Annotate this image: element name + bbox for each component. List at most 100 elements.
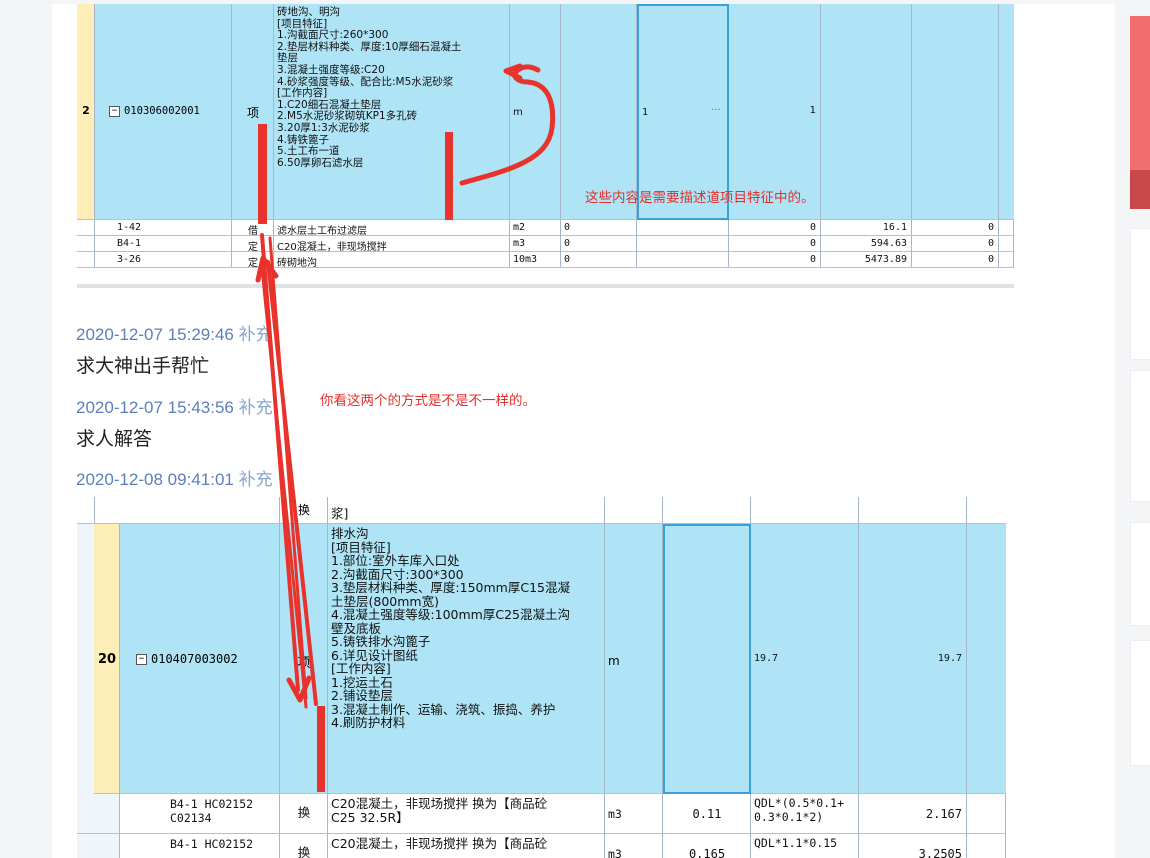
annotation-middle: 你看这两个的方式是不是不一样的。 [320,393,536,409]
collapse-toggle-icon[interactable]: − [109,105,120,117]
post-message-2: 求人解答 [76,428,153,450]
sub-row-c1-cell: 0 [561,252,637,268]
sub-row-blank-cell [77,236,95,252]
sub-row-c3-cell: 0 [912,236,999,252]
code-cell-2: −010407003002 [120,524,280,794]
bottom-table-screenshot: 换 浆] 20 −010407003002 项 排水沟 [项目特征] 1.部位:室外… [77,497,1006,858]
sub-row-desc: C20混凝土，非现场搅拌 换为【商品砼 [331,836,548,851]
sub-row-code-cell: B4-1 HC02152 C02134 [120,794,280,834]
row-number-2: 20 [97,652,117,667]
sub-row-desc: C20混凝土，非现场搅拌 换为【商品砼 C25 32.5R】 [331,796,548,825]
annotation-top: 这些内容是需要描述道项目特征中的。 [585,190,815,206]
sub-row-unit-cell: m3 [605,834,663,858]
more-button[interactable]: ··· [711,105,721,116]
sub-row-unit-cell: m2 [510,220,561,236]
sub-row-desc-cell: C20混凝土，非现场搅拌 [274,236,510,252]
bottom-desc-line: 5.铸铁排水沟篦子 [331,634,431,649]
sub-row-kind-cell: 换 [280,794,328,834]
sub-row-expr: QDL*1.1*0.15 [754,836,838,850]
bottom-desc-line: 4.混凝土强度等级:100mm厚C25混凝土沟 [331,607,570,622]
bottom-desc-line: 排水沟 [331,526,369,541]
sub-row-code-cell: B4-1 [95,236,232,252]
post-timestamp-2: 2020-12-07 15:43:56 补充 [76,398,273,417]
sub-row-code-cell: 1-42 [95,220,232,236]
item-kind: 项 [246,106,259,120]
item-description: 砖地沟、明沟 [项目特征] 1.沟截面尺寸:260*300 2.垫层材料种类、厚度:1… [277,6,509,169]
sub-row-blank-cell [77,252,95,268]
sub-row-desc-cell: 砖砌地沟 [274,252,510,268]
qty-input-2[interactable] [663,524,751,794]
sidebar-card-4[interactable] [1130,640,1150,766]
sub-row-kind: 换 [297,805,311,820]
top-desc-line: 3.20厚1:3水泥砂浆 [277,121,370,134]
sub-row-c1: 0 [564,254,571,265]
row-number-cell-2: 20 [94,524,120,794]
sub-row-kind-cell: 定 [232,236,274,252]
post-timestamp-3: 2020-12-08 09:41:01 补充 [76,470,273,489]
sub-row-kind: 定 [248,258,258,268]
item-code-2: 010407003002 [151,652,238,666]
kind-cell: 项 [232,4,274,220]
horizontal-scrollbar[interactable] [77,284,1014,288]
sub-row-price-cell: 5473.89 [821,252,912,268]
sub-row-blank-cell [637,252,729,268]
top-desc-line: 5.土工布一道 [277,145,340,158]
sub-row-c3: 0 [987,222,994,233]
bottom-desc-line: 土垫层(800mm宽) [331,593,439,609]
bottom-desc-line: [项目特征] [331,539,391,555]
sub-row-c1-cell: 0 [561,236,637,252]
sidebar-card-1[interactable] [1130,228,1150,360]
qty-cell-2: 19.7 [859,524,967,794]
sub-row-expr-cell: QDL*1.1*0.15 [751,834,859,858]
sub-row-qty: 0.11 [692,807,722,821]
promo-banner-footer [1130,170,1150,209]
sub-row-price: 5473.89 [864,254,907,265]
desc-cell-2: 排水沟 [项目特征] 1.部位:室外车库入口处 2.沟截面尺寸:300*300 3.垫层… [328,524,605,794]
sub-row-total-cell: 2.167 [859,794,967,834]
qty-value-2: 19.7 [937,653,962,664]
sub-row-total-cell: 3.2505 [859,834,967,858]
price-cell [821,4,912,220]
sub-row-expr-cell: QDL*(0.5*0.1+ 0.3*0.1*2) [751,794,859,834]
sub-row-price: 16.1 [882,222,907,233]
sub-row-c2-cell: 0 [729,236,821,252]
sub-row-c1: 0 [564,238,571,249]
cut-row-desc: 浆] [331,506,349,521]
sub-row-c2: 0 [809,254,816,265]
sub-row-unit: m3 [608,807,622,821]
sub-row-blank-cell [637,236,729,252]
sidebar-card-3[interactable] [1130,522,1150,626]
bottom-desc-line: 6.详见设计图纸 [331,647,418,663]
item-description-2: 排水沟 [项目特征] 1.部位:室外车库入口处 2.沟截面尺寸:300*300 3.垫层… [331,526,604,730]
sub-row-expr: QDL*(0.5*0.1+ 0.3*0.1*2) [754,796,845,824]
collapse-toggle-icon-2[interactable]: − [136,654,147,665]
sub-row-blank-cell [999,236,1014,252]
sub-row-kind-cell: 换 [280,834,328,858]
sub-row-code: B4-1 [117,238,142,249]
extra-cell [999,4,1014,220]
bottom-desc-line: 壁及底板 [331,620,382,636]
sub-row-desc: 滤水层土工布过滤层 [277,226,367,236]
sub-row-c1: 0 [564,222,571,233]
sub-row-kind-cell: 借 [232,220,274,236]
qty-expression-cell-2: 19.7 [751,524,859,794]
sub-row-unit: m2 [513,222,526,233]
post-timestamp-1: 2020-12-07 15:29:46 补充 [76,325,273,344]
sub-row-c3: 0 [987,238,994,249]
sidebar-card-2[interactable] [1130,370,1150,502]
sub-row-blank-cell [999,252,1014,268]
bottom-desc-line: 4.刷防护材料 [331,715,406,730]
sub-row-desc-cell: C20混凝土，非现场搅拌 换为【商品砼 [328,834,605,858]
sub-row-c2: 0 [809,238,816,249]
item-kind-2: 项 [297,656,311,671]
sub-row-total: 3.2505 [918,847,962,858]
sub-row-code: B4-1 HC02152 C02134 [170,797,254,825]
sub-row-qty-cell: 0.11 [663,794,751,834]
sub-row-blank-cell [967,794,1006,834]
sub-row-blank-cell [77,834,120,858]
sub-row-desc-cell: C20混凝土，非现场搅拌 换为【商品砼 C25 32.5R】 [328,794,605,834]
top-desc-line: 6.50厚卵石滤水层 [277,156,364,169]
qty-expression-2: 19.7 [754,653,779,664]
sub-row-kind: 定 [248,242,258,252]
sub-row-c1-cell: 0 [561,220,637,236]
